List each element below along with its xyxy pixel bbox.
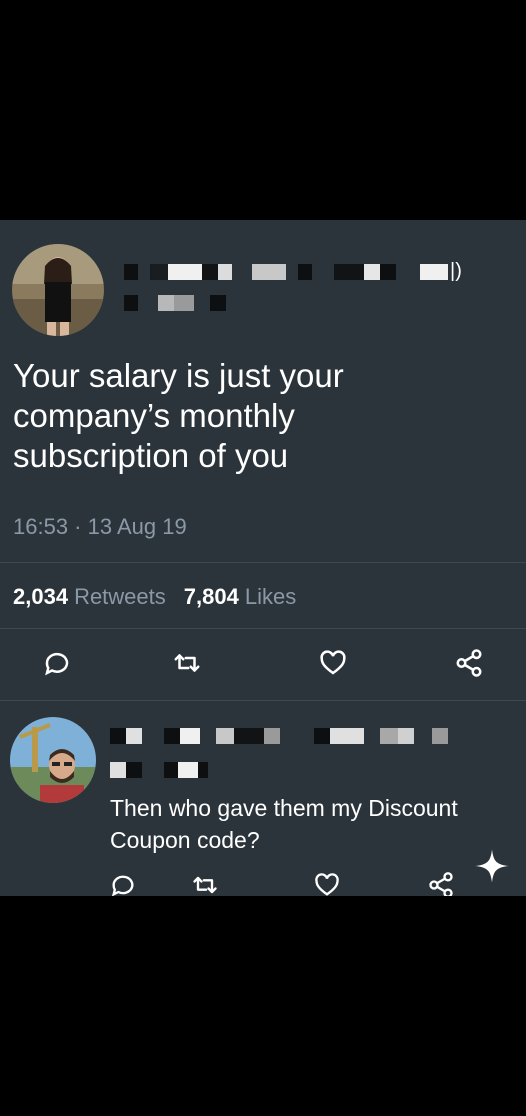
author-avatar[interactable] xyxy=(12,244,104,336)
divider xyxy=(0,628,526,629)
author-handle-blurred xyxy=(124,295,226,311)
retweet-icon xyxy=(193,876,217,894)
author-name-trailing: |) xyxy=(450,260,462,282)
retweet-stat[interactable]: 2,034 Retweets xyxy=(13,584,166,610)
tweet-card: |) Your salary is just your company’s mo… xyxy=(0,220,526,896)
reply-author-name-blurred[interactable] xyxy=(110,728,448,744)
divider xyxy=(0,700,526,701)
reply-icon xyxy=(112,875,134,896)
reply-text: Then who gave them my Discount Coupon co… xyxy=(110,795,458,853)
reply-like-button[interactable] xyxy=(310,868,344,896)
author-name-blurred[interactable]: |) xyxy=(124,260,462,283)
like-stat[interactable]: 7,804 Likes xyxy=(184,584,296,610)
reply-author-handle-blurred xyxy=(110,762,208,778)
share-icon xyxy=(456,649,482,677)
tweet-timestamp[interactable]: 16:53 · 13 Aug 19 xyxy=(13,514,187,540)
reply-author-avatar[interactable] xyxy=(10,717,96,803)
tweet-stats: 2,034 Retweets 7,804 Likes xyxy=(13,584,296,610)
share-icon xyxy=(429,872,453,896)
share-button[interactable] xyxy=(452,646,486,680)
tweet-text: Your salary is just your company’s month… xyxy=(13,357,344,474)
reply-reply-button[interactable] xyxy=(106,868,140,896)
heart-icon xyxy=(315,873,339,896)
like-button[interactable] xyxy=(316,646,350,680)
heart-icon xyxy=(320,650,346,675)
reply-icon xyxy=(45,652,69,676)
retweet-button[interactable] xyxy=(170,646,204,680)
reply-share-button[interactable] xyxy=(424,868,458,896)
divider xyxy=(0,562,526,563)
reply-retweet-button[interactable] xyxy=(188,868,222,896)
screen: |) Your salary is just your company’s mo… xyxy=(0,0,526,1116)
sparkle-icon xyxy=(474,848,510,884)
retweet-icon xyxy=(174,654,200,672)
reply-button[interactable] xyxy=(40,646,74,680)
